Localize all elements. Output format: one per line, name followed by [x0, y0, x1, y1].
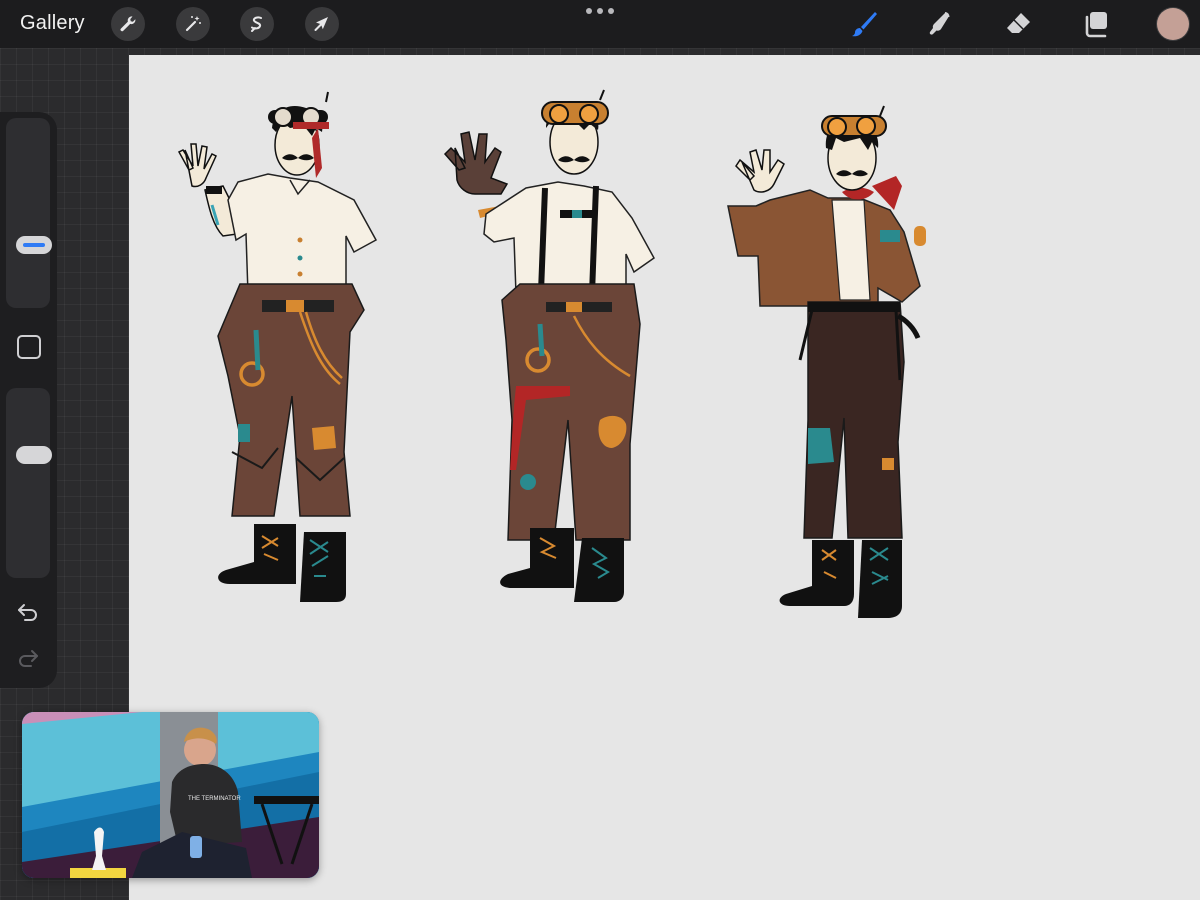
smudge-tool-button[interactable]: [922, 6, 958, 42]
character-3: [727, 105, 926, 618]
gallery-button[interactable]: Gallery: [20, 12, 85, 35]
dot-icon: [597, 8, 603, 14]
character-2: [443, 89, 655, 602]
adjustments-button[interactable]: [176, 7, 210, 41]
dot-icon: [608, 8, 614, 14]
redo-icon: [19, 650, 38, 667]
brush-opacity-slider[interactable]: [6, 388, 52, 578]
brush-size-thumb[interactable]: [16, 236, 52, 254]
top-toolbar: Gallery: [0, 0, 1200, 48]
modify-button[interactable]: [17, 335, 41, 359]
character-1: [177, 91, 378, 602]
smudge-icon: [929, 12, 950, 35]
selection-button[interactable]: [240, 7, 274, 41]
magic-wand-icon: [185, 16, 201, 32]
wrench-icon: [120, 16, 136, 32]
video-overlay[interactable]: THE TERMINATOR: [22, 712, 319, 878]
layers-icon: [1085, 12, 1107, 38]
video-frame: THE TERMINATOR: [22, 712, 319, 878]
shirt-text: THE TERMINATOR: [188, 796, 241, 802]
brush-size-slider[interactable]: [6, 118, 52, 308]
transform-button[interactable]: [305, 7, 339, 41]
undo-button[interactable]: [14, 600, 42, 624]
eraser-icon: [1007, 13, 1030, 33]
brush-icon: [852, 12, 877, 37]
color-picker-button[interactable]: [1157, 8, 1189, 40]
undo-icon: [18, 604, 37, 621]
eraser-tool-button[interactable]: [1000, 6, 1036, 42]
actions-button[interactable]: [111, 7, 145, 41]
dot-icon: [586, 8, 592, 14]
redo-button[interactable]: [14, 646, 42, 670]
selection-icon: [251, 16, 262, 32]
brush-opacity-thumb[interactable]: [16, 446, 52, 464]
sidebar: [0, 112, 57, 688]
transform-arrow-icon: [314, 17, 328, 31]
more-options-button[interactable]: [586, 6, 614, 16]
brush-tool-button[interactable]: [845, 6, 881, 42]
layers-button[interactable]: [1078, 6, 1114, 42]
